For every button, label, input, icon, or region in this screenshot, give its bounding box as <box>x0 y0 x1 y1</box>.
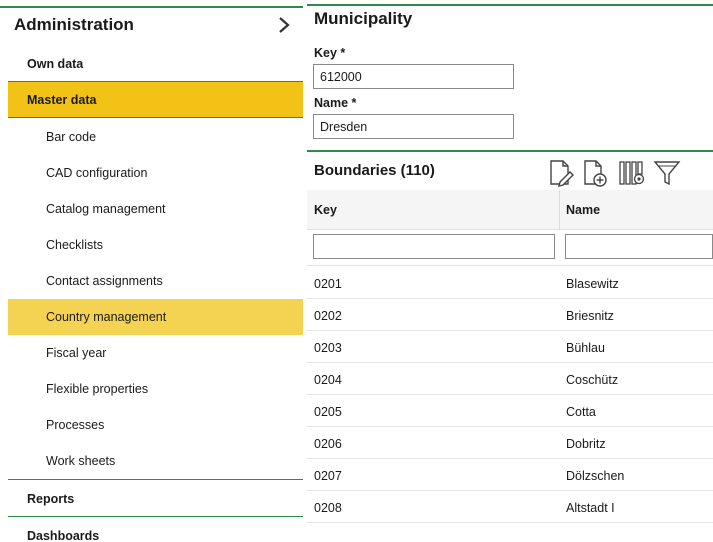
key-label: Key * <box>314 46 346 60</box>
cell-name: Dobritz <box>566 437 606 451</box>
sidebar-subitem-processes[interactable]: Processes <box>8 407 303 443</box>
cell-key: 0204 <box>314 373 342 387</box>
key-field[interactable] <box>313 64 514 89</box>
municipality-panel: Municipality Key * Name * Boundaries (11… <box>307 0 713 542</box>
sidebar-item-master-data[interactable]: Master data <box>8 82 303 118</box>
sidebar-item-dashboards[interactable]: Dashboards <box>8 518 303 542</box>
cell-name: Coschütz <box>566 373 619 387</box>
table-row[interactable]: 0201 Blasewitz <box>307 267 713 299</box>
sidebar-subitem-cad-configuration[interactable]: CAD configuration <box>8 155 303 191</box>
cell-name: Cotta <box>566 405 596 419</box>
cell-key: 0208 <box>314 501 342 515</box>
cell-name: Dölzschen <box>566 469 625 483</box>
add-document-icon[interactable] <box>581 158 609 188</box>
boundaries-grid-header: Key Name <box>307 190 713 230</box>
sidebar-item-label: Bar code <box>46 130 97 144</box>
sidebar-subitem-work-sheets[interactable]: Work sheets <box>8 443 303 479</box>
admin-sidebar: Administration Own data Master data Bar … <box>0 0 303 542</box>
table-row[interactable]: 0202 Briesnitz <box>307 299 713 331</box>
sidebar-item-own-data[interactable]: Own data <box>8 46 303 82</box>
cell-key: 0205 <box>314 405 342 419</box>
column-header-key[interactable]: Key <box>314 203 337 217</box>
table-row[interactable]: 0207 Dölzschen <box>307 459 713 491</box>
page-title: Municipality <box>314 9 413 28</box>
sidebar-subitem-flexible-properties[interactable]: Flexible properties <box>8 371 303 407</box>
sidebar-item-label: Own data <box>27 57 84 71</box>
cell-key: 0207 <box>314 469 342 483</box>
sidebar-subitem-fiscal-year[interactable]: Fiscal year <box>8 335 303 371</box>
sidebar-subitem-checklists[interactable]: Checklists <box>8 227 303 263</box>
sidebar-divider <box>8 479 303 480</box>
filter-icon[interactable] <box>653 158 681 188</box>
sidebar-divider <box>8 516 303 517</box>
cell-key: 0203 <box>314 341 342 355</box>
cell-name: Briesnitz <box>566 309 614 323</box>
cell-key: 0206 <box>314 437 342 451</box>
cell-key: 0202 <box>314 309 342 323</box>
sidebar-item-label: Fiscal year <box>46 346 107 360</box>
sidebar-subitem-catalog-management[interactable]: Catalog management <box>8 191 303 227</box>
sidebar-item-label: CAD configuration <box>46 166 148 180</box>
table-row[interactable]: 0203 Bühlau <box>307 331 713 363</box>
municipality-header-rule <box>307 4 713 6</box>
column-separator[interactable] <box>559 190 560 230</box>
sidebar-item-label: Country management <box>46 310 167 324</box>
sidebar-subitem-country-management[interactable]: Country management <box>8 299 303 335</box>
table-row[interactable]: 0208 Altstadt I <box>307 491 713 523</box>
boundaries-title: Boundaries (110) <box>314 162 435 179</box>
chevron-right-icon[interactable] <box>276 16 292 34</box>
sidebar-item-label: Flexible properties <box>46 382 149 396</box>
sidebar-item-label: Work sheets <box>46 454 116 468</box>
sidebar-item-label: Master data <box>27 93 97 107</box>
sidebar-item-label: Dashboards <box>27 529 100 542</box>
table-row[interactable]: 0204 Coschütz <box>307 363 713 395</box>
sidebar-item-label: Processes <box>46 418 105 432</box>
name-filter-input[interactable] <box>565 234 713 259</box>
cell-name: Altstadt I <box>566 501 615 515</box>
key-filter-input[interactable] <box>313 234 555 259</box>
cell-name: Bühlau <box>566 341 605 355</box>
sidebar-item-label: Contact assignments <box>46 274 163 288</box>
edit-document-icon[interactable] <box>547 158 575 188</box>
table-row[interactable]: 0205 Cotta <box>307 395 713 427</box>
name-label: Name * <box>314 96 357 110</box>
sidebar-subitem-contact-assignments[interactable]: Contact assignments <box>8 263 303 299</box>
column-settings-icon[interactable] <box>618 158 646 188</box>
sidebar-title: Administration <box>14 15 134 34</box>
table-row[interactable]: 0206 Dobritz <box>307 427 713 459</box>
name-field[interactable] <box>313 114 514 139</box>
sidebar-subitem-bar-code[interactable]: Bar code <box>8 119 303 155</box>
cell-key: 0201 <box>314 277 342 291</box>
filter-row <box>307 230 713 266</box>
boundaries-divider <box>307 150 713 152</box>
sidebar-item-label: Checklists <box>46 238 103 252</box>
sidebar-item-label: Reports <box>27 492 75 506</box>
sidebar-header: Administration <box>0 6 303 42</box>
sidebar-item-reports[interactable]: Reports <box>8 481 303 517</box>
cell-name: Blasewitz <box>566 277 619 291</box>
sidebar-item-label: Catalog management <box>46 202 166 216</box>
column-header-name[interactable]: Name <box>566 203 600 217</box>
